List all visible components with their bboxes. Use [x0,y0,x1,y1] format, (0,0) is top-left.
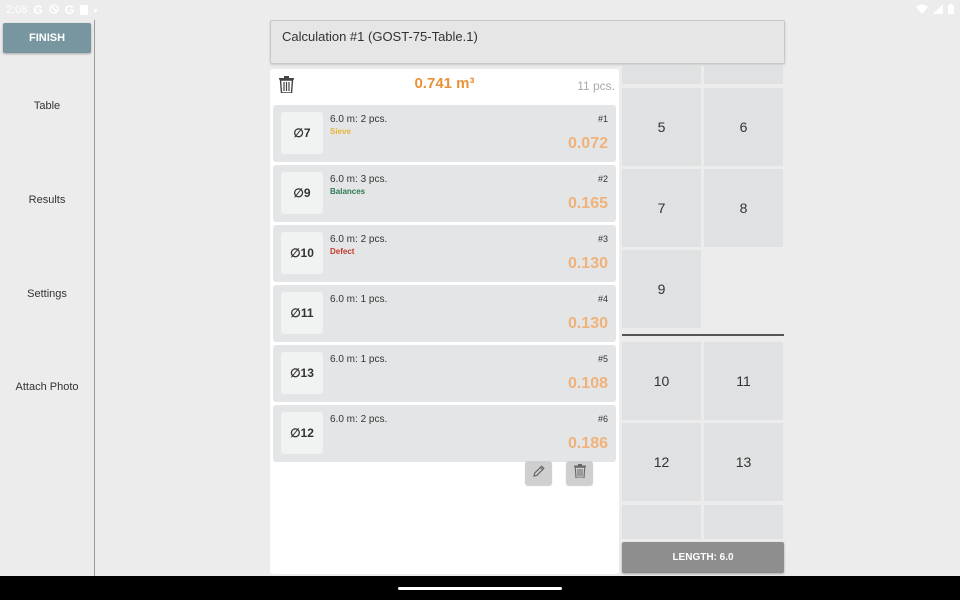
diameter-badge: ∅7 [281,112,323,154]
keypad-key-partial[interactable] [704,505,783,539]
log-row[interactable]: ∅11 6.0 m: 1 pcs. #4 0.130 [273,285,616,342]
keypad-key-7[interactable]: 7 [622,169,701,247]
google-icon: G [33,3,43,17]
keypad-key-6[interactable]: 6 [704,88,783,166]
row-number: #3 [597,234,608,244]
calculation-title: Calculation #1 (GOST-75-Table.1) [270,20,785,64]
finish-button[interactable]: FINISH [3,23,91,53]
sidebar: FINISH Table Results Settings Attach Pho… [0,20,95,576]
log-row[interactable]: ∅9 6.0 m: 3 pcs. Balances #2 0.165 [273,165,616,222]
keypad-key-partial[interactable] [704,66,783,84]
row-number: #2 [597,174,608,184]
status-bar: 2:08 G G [0,0,960,20]
row-length-count: 6.0 m: 3 pcs. [330,174,388,185]
navigation-bar [0,576,960,600]
edit-button[interactable] [525,461,552,485]
log-row[interactable]: ∅13 6.0 m: 1 pcs. #5 0.108 [273,345,616,402]
delete-button[interactable] [566,461,593,485]
diameter-badge: ∅12 [281,412,323,454]
log-list-panel: 0.741 m³ 11 pcs. ∅7 6.0 m: 2 pcs. Sieve … [270,69,619,574]
row-volume: 0.130 [567,315,608,332]
keypad-key-12[interactable]: 12 [622,423,701,501]
row-number: #6 [597,414,608,424]
blocked-icon [49,3,59,17]
row-number: #5 [597,354,608,364]
total-volume: 0.741 m³ [414,75,475,92]
diameter-badge: ∅11 [281,292,323,334]
diameter-badge: ∅10 [281,232,323,274]
keypad-key-partial[interactable] [622,66,701,84]
row-length-count: 6.0 m: 2 pcs. [330,414,388,425]
keypad-key-11[interactable]: 11 [704,342,783,420]
row-number: #4 [597,294,608,304]
sidebar-item-attach-photo[interactable]: Attach Photo [0,381,94,393]
row-volume: 0.165 [567,195,608,212]
length-button[interactable]: LENGTH: 6.0 [622,542,784,573]
keypad-key-13[interactable]: 13 [704,423,783,501]
row-tag: Defect [330,247,355,256]
wifi-icon [916,4,928,17]
piece-count: 11 pcs. [577,79,615,93]
keypad-key-5[interactable]: 5 [622,88,701,166]
sidebar-item-table[interactable]: Table [0,100,94,112]
home-gesture-handle[interactable] [398,587,562,590]
log-row[interactable]: ∅10 6.0 m: 2 pcs. Defect #3 0.130 [273,225,616,282]
sd-card-icon [80,5,89,15]
sidebar-item-results[interactable]: Results [0,194,94,206]
log-row[interactable]: ∅7 6.0 m: 2 pcs. Sieve #1 0.072 [273,105,616,162]
keypad-divider [622,334,784,336]
diameter-badge: ∅13 [281,352,323,394]
battery-icon [948,3,954,17]
row-volume: 0.108 [567,375,608,392]
row-tag: Sieve [330,127,351,136]
row-length-count: 6.0 m: 2 pcs. [330,234,388,245]
trash-icon [573,463,586,483]
summary-header: 0.741 m³ 11 pcs. [270,69,619,101]
keypad-key-9[interactable]: 9 [622,250,701,328]
row-number: #1 [597,114,608,124]
row-tag: Balances [330,187,366,196]
row-length-count: 6.0 m: 1 pcs. [330,294,388,305]
clock: 2:08 [6,4,28,16]
keypad-key-8[interactable]: 8 [704,169,783,247]
row-volume: 0.186 [567,435,608,452]
diameter-badge: ∅9 [281,172,323,214]
row-volume: 0.130 [567,255,608,272]
google-icon: G [64,3,75,17]
pencil-icon [532,464,546,483]
row-length-count: 6.0 m: 1 pcs. [330,354,388,365]
keypad-key-10[interactable]: 10 [622,342,701,420]
log-row[interactable]: ∅12 6.0 m: 2 pcs. #6 0.186 [273,405,616,462]
row-length-count: 6.0 m: 2 pcs. [330,114,388,125]
sidebar-item-settings[interactable]: Settings [0,288,94,300]
row-volume: 0.072 [567,135,608,152]
keypad-key-partial[interactable] [622,505,701,539]
signal-icon [933,3,943,17]
dot-icon [94,8,98,12]
